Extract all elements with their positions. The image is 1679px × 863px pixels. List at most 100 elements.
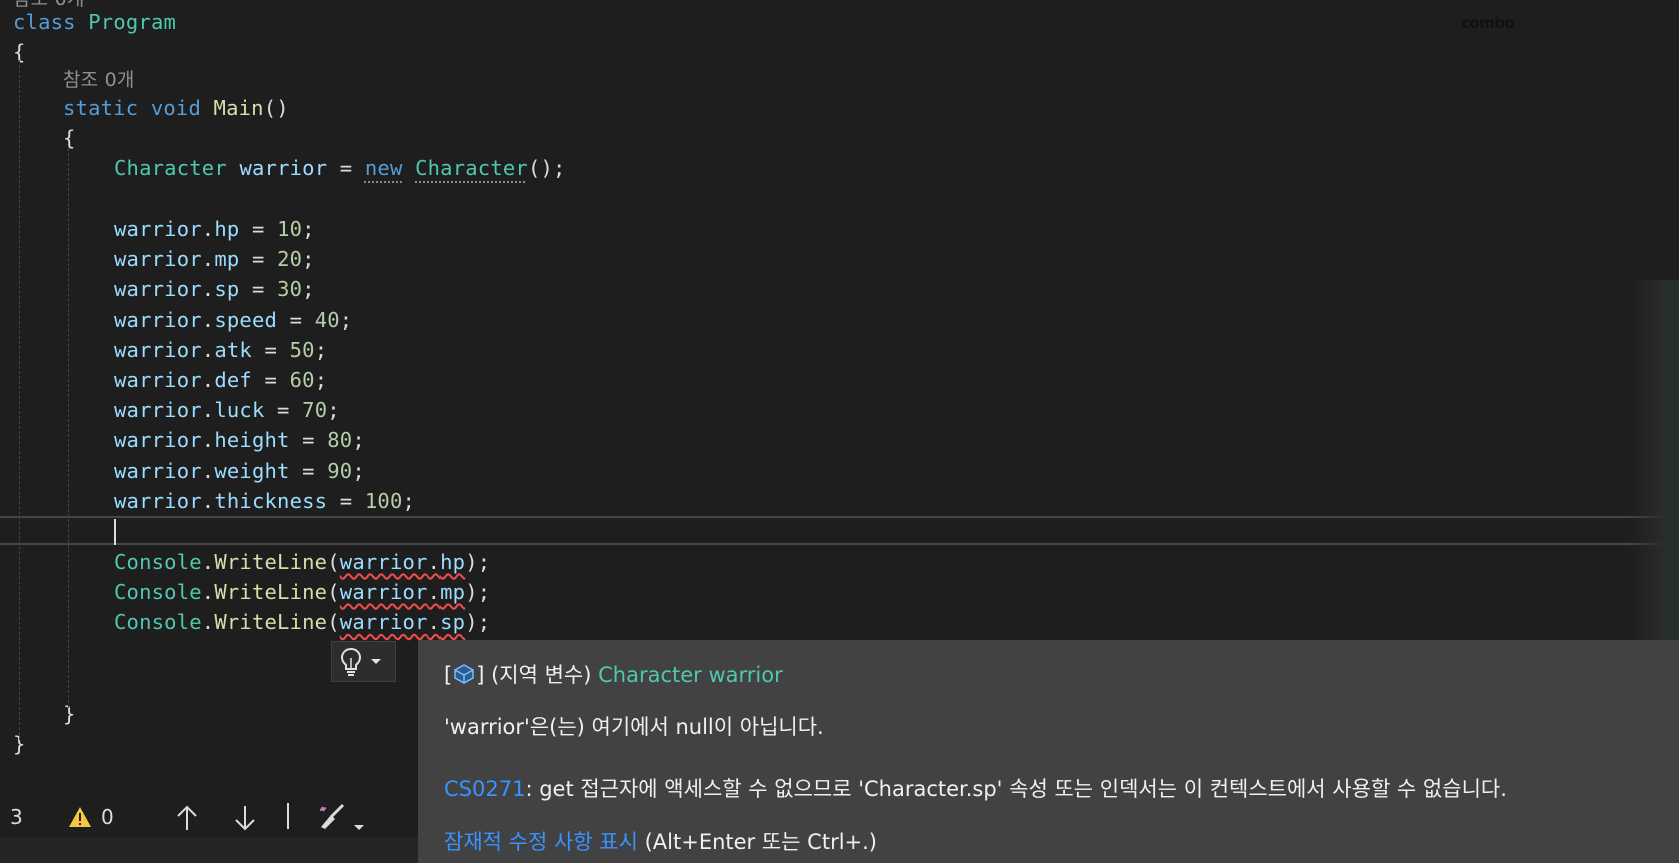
close-paren: ); [465, 550, 491, 574]
dot-operator: . [201, 398, 215, 423]
semicolon: ; [352, 458, 365, 483]
brush-icon[interactable] [317, 803, 347, 836]
assign-value: 10 [277, 217, 303, 241]
console-class: Console [114, 580, 202, 605]
assign-value: 70 [302, 398, 328, 423]
writeline-method: WriteLine [214, 550, 328, 574]
chevron-down-icon[interactable] [353, 813, 365, 837]
background-shadow [1629, 280, 1679, 640]
assignment-line[interactable]: warrior.mp = 20; [114, 244, 315, 274]
assignment-line[interactable]: warrior.atk = 50; [114, 335, 327, 365]
equals-operator: = [289, 458, 328, 483]
assign-value: 50 [289, 337, 315, 362]
assign-object: warrior [114, 368, 202, 392]
assignment-line[interactable]: warrior.sp = 30; [114, 274, 315, 304]
semicolon: ; [327, 398, 340, 423]
dot-operator: . [201, 488, 215, 513]
arrow-up-icon[interactable] [176, 805, 198, 836]
main-close-brace: } [63, 702, 76, 726]
decl-var: warrior [239, 156, 328, 180]
dot-operator: . [427, 610, 441, 635]
assign-object: warrior [114, 337, 202, 362]
warning-count[interactable]: 0 [101, 805, 114, 829]
main-parens: () [263, 96, 289, 120]
show-fixes-link[interactable]: 잠재적 수정 사항 표시 [444, 830, 638, 854]
dot-operator: . [201, 610, 215, 635]
fix-shortcut-hint: (Alt+Enter 또는 Ctrl+.) [644, 830, 878, 854]
open-paren: ( [327, 610, 340, 635]
class-keyword: class [13, 10, 76, 34]
assign-field: hp [214, 217, 240, 241]
assign-object: warrior [114, 277, 202, 302]
main-method-name: Main [213, 96, 264, 120]
equals-operator: = [239, 217, 278, 241]
arg-object: warrior [339, 610, 428, 635]
assignment-line[interactable]: warrior.weight = 90; [114, 456, 365, 486]
warrior-declaration-line[interactable]: Character warrior = new Character(); [114, 153, 566, 183]
semicolon: ; [302, 277, 315, 302]
assignment-line[interactable]: warrior.height = 80; [114, 425, 365, 455]
decl-type: Character [114, 156, 227, 180]
class-declaration-line[interactable]: class Program [13, 7, 176, 37]
editor-status-bar: 3 0 [0, 797, 420, 837]
dot-operator: . [201, 337, 215, 362]
writeline-line[interactable]: Console.WriteLine(warrior.mp); [114, 577, 490, 607]
writeline-line[interactable]: Console.WriteLine(warrior.sp); [114, 607, 490, 637]
semicolon: ; [314, 368, 328, 392]
console-class: Console [114, 610, 202, 635]
error-code-link[interactable]: CS0271 [444, 777, 525, 801]
assignment-line[interactable]: warrior.luck = 70; [114, 395, 340, 425]
dot-operator: . [201, 277, 215, 302]
chevron-down-icon [370, 658, 382, 666]
equals-operator: = [239, 277, 278, 302]
open-paren: ( [327, 550, 340, 574]
assign-value: 20 [277, 247, 303, 272]
codelens-references[interactable]: 참조 0개 [63, 65, 135, 95]
error-message: : get 접근자에 액세스할 수 없으므로 'Character.sp' 속성… [525, 777, 1507, 801]
dot-operator: . [201, 217, 215, 241]
symbol-kind: (지역 변수) [491, 663, 592, 687]
fix-line: 잠재적 수정 사항 표시 (Alt+Enter 또는 Ctrl+.) [444, 826, 877, 856]
assign-object: warrior [114, 488, 202, 513]
assign-field: sp [214, 277, 240, 302]
dot-operator: . [201, 580, 215, 605]
assign-field: def [214, 368, 252, 392]
arg-field: mp [440, 580, 466, 605]
dot-operator: . [201, 458, 215, 483]
error-argument[interactable]: warrior.hp [340, 550, 465, 574]
assign-field: atk [214, 337, 252, 362]
indent-guide-method [68, 148, 69, 708]
line-number-fragment: 3 [10, 805, 23, 829]
error-argument[interactable]: warrior.mp [340, 580, 465, 604]
dot-operator: . [201, 247, 215, 272]
quick-actions-button[interactable] [331, 641, 396, 682]
indent-guide-class [19, 60, 20, 740]
equals-operator: = [327, 488, 365, 513]
equals-operator: = [251, 337, 290, 362]
error-argument[interactable]: warrior.sp [340, 610, 465, 634]
assignment-line[interactable]: warrior.thickness = 100; [114, 486, 415, 516]
arg-object: warrior [339, 550, 428, 574]
static-keyword: static [63, 96, 139, 120]
assignment-line[interactable]: warrior.def = 60; [114, 365, 327, 395]
current-line-highlight [0, 516, 1679, 545]
main-open-brace: { [63, 126, 76, 150]
warning-icon[interactable] [68, 806, 92, 833]
main-method-signature[interactable]: static void Main() [63, 93, 289, 123]
assign-value: 30 [277, 277, 303, 302]
equals-operator: = [251, 368, 290, 392]
bracket-open: [ [444, 663, 453, 687]
overlay-tag: combo [1461, 14, 1515, 32]
writeline-line[interactable]: Console.WriteLine(warrior.hp); [114, 547, 490, 577]
equals-operator: = [264, 398, 303, 423]
assign-field: thickness [214, 488, 328, 513]
close-paren: ); [465, 610, 491, 635]
arrow-down-icon[interactable] [234, 805, 256, 836]
class-name: Program [88, 10, 177, 34]
quick-info-tooltip[interactable]: [] (지역 변수) Character warrior 'warrior'은(… [418, 640, 1679, 863]
assign-value: 90 [327, 458, 353, 483]
decl-eq: = [327, 156, 365, 180]
assignment-line[interactable]: warrior.speed = 40; [114, 305, 352, 335]
assignment-line[interactable]: warrior.hp = 10; [114, 214, 315, 244]
assign-value: 60 [289, 368, 315, 392]
